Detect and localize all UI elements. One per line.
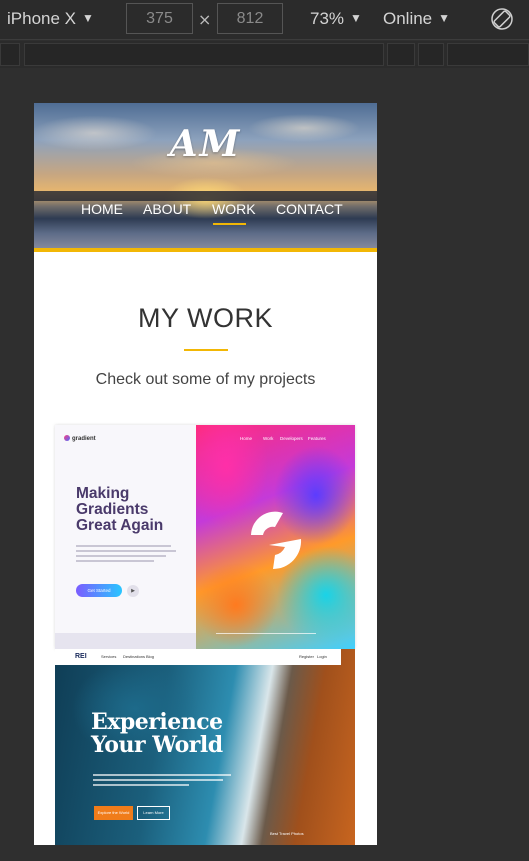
media-query-segment[interactable]	[0, 43, 20, 66]
nav-active-underline	[213, 223, 246, 225]
text-line	[76, 550, 176, 552]
brand-label: gradient	[72, 436, 96, 442]
mock-nav-item: Home	[240, 436, 253, 441]
slider-progress	[216, 633, 316, 634]
text-line	[76, 555, 166, 557]
device-toolbar: iPhone X ▼ 375 × 812 73% ▼ Online ▼	[0, 0, 529, 40]
height-input[interactable]: 812	[217, 3, 283, 34]
hero-banner: AM HOME ABOUT WORK CONTACT	[34, 103, 377, 252]
hero-accent-border	[34, 248, 377, 252]
learn-more-button[interactable]: Learn More	[137, 806, 170, 820]
mock-menu-item: Register	[299, 654, 314, 659]
throttle-selector[interactable]: Online ▼	[383, 9, 450, 29]
device-name: iPhone X	[7, 9, 76, 28]
media-query-segment[interactable]	[24, 43, 384, 66]
width-input[interactable]: 375	[126, 3, 193, 34]
project-body-text	[76, 545, 176, 565]
explore-button[interactable]: Explore the World	[94, 806, 133, 820]
title-divider	[184, 349, 228, 351]
times-icon: ×	[198, 10, 212, 29]
gradient-artwork: Home Work Developers Features	[196, 425, 355, 649]
text-line	[93, 774, 231, 776]
rotate-icon[interactable]	[490, 7, 514, 31]
photo-caption: Best Travel Photos	[270, 831, 304, 836]
project-brand: gradient	[64, 435, 96, 442]
media-query-segment[interactable]	[387, 43, 415, 66]
project-headline: Making Gradients Great Again	[76, 486, 191, 534]
nav-work[interactable]: WORK	[212, 201, 256, 217]
mock-menu-item: Login	[317, 654, 327, 659]
headline-line: Gradients	[76, 501, 149, 518]
media-query-bar	[0, 41, 529, 68]
media-query-segment[interactable]	[418, 43, 444, 66]
g-logo-icon	[251, 511, 302, 570]
text-line	[93, 784, 189, 786]
mock-menu-item: Blog	[146, 654, 155, 659]
brand-icon	[64, 435, 70, 441]
nav-contact[interactable]: CONTACT	[276, 201, 343, 217]
media-query-segment[interactable]	[447, 43, 529, 66]
mock-navbar: REI Services Destinations Blog Register …	[55, 649, 341, 665]
mock-logo: REI	[75, 653, 87, 660]
mock-nav-item: Developers	[280, 436, 303, 441]
zoom-value: 73%	[310, 9, 345, 28]
mock-nav-item: Work	[263, 436, 274, 441]
nav-about[interactable]: ABOUT	[143, 201, 191, 217]
project-card-travel[interactable]: REI Services Destinations Blog Register …	[55, 649, 355, 845]
text-line	[76, 545, 171, 547]
throttle-value: Online	[383, 9, 433, 28]
headline-line: Making	[76, 485, 130, 502]
zoom-selector[interactable]: 73% ▼	[310, 9, 362, 29]
mock-menu-item: Services	[101, 654, 117, 659]
project-body-text	[93, 774, 233, 789]
chevron-down-icon: ▼	[438, 11, 451, 25]
headline-line: Experience	[91, 709, 223, 735]
hero-horizon	[34, 191, 377, 201]
mock-menu-item: Destinations	[123, 654, 146, 659]
project-card-gradient[interactable]: gradient Making Gradients Great Again Ge…	[55, 425, 355, 649]
site-logo[interactable]: AM	[34, 123, 377, 165]
device-selector[interactable]: iPhone X ▼	[7, 9, 94, 29]
chevron-down-icon: ▼	[350, 11, 362, 25]
headline-line: Great Again	[76, 517, 164, 534]
text-line	[93, 779, 223, 781]
section-subtitle: Check out some of my projects	[95, 371, 316, 388]
project-cta-button[interactable]: Get Started	[76, 584, 122, 597]
section-title: MY WORK	[137, 303, 273, 333]
mock-nav-item: Features	[308, 436, 326, 441]
project-left-panel: gradient Making Gradients Great Again Ge…	[55, 425, 196, 649]
project-headline: Experience Your World	[91, 711, 223, 757]
play-icon[interactable]: ▶	[127, 585, 139, 597]
project-footer	[55, 633, 196, 649]
text-line	[76, 560, 154, 562]
device-viewport: AM HOME ABOUT WORK CONTACT MY WORK Check…	[34, 103, 377, 845]
nav-home[interactable]: HOME	[81, 201, 123, 217]
chevron-down-icon: ▼	[82, 11, 94, 25]
headline-line: Your World	[91, 732, 223, 758]
